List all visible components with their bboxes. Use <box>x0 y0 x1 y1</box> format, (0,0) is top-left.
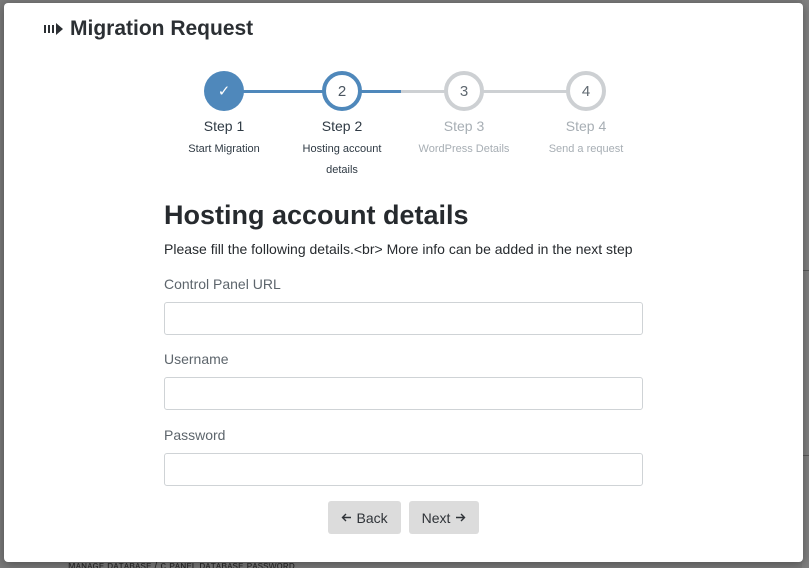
step-4-number: 4 <box>566 71 606 111</box>
form-actions: Back Next <box>4 501 803 534</box>
step-3[interactable]: 3 Step 3 WordPress Details <box>404 70 524 160</box>
step-1-check-icon: ✓ <box>204 71 244 111</box>
form-title: Hosting account details <box>164 200 469 230</box>
username-label: Username <box>164 351 229 367</box>
step-2-description: Hosting account details <box>302 143 382 176</box>
password-group: Password <box>164 426 644 486</box>
step-2-number: 2 <box>322 71 362 111</box>
step-3-number: 3 <box>444 71 484 111</box>
modal-title: Migration Request <box>70 17 254 40</box>
next-button[interactable]: Next <box>408 501 480 534</box>
step-4-description: Send a request <box>548 143 624 155</box>
modal-header: Migration Request <box>44 15 253 43</box>
step-2-label: Step 2 <box>321 118 363 134</box>
migration-request-modal: Migration Request ✓ Step 1 Start Migrati… <box>4 3 803 562</box>
step-1-label: Step 1 <box>203 118 245 134</box>
password-input[interactable] <box>164 453 643 486</box>
step-4[interactable]: 4 Step 4 Send a request <box>526 70 646 160</box>
hosting-details-form: Hosting account details Please fill the … <box>164 198 644 486</box>
next-button-label: Next <box>421 509 451 526</box>
step-3-label: Step 3 <box>443 118 485 134</box>
step-2[interactable]: 2 Step 2 Hosting account details <box>282 70 402 181</box>
step-3-description: WordPress Details <box>418 143 510 155</box>
step-1[interactable]: ✓ Step 1 Start Migration <box>164 70 284 160</box>
back-button-label: Back <box>356 509 388 526</box>
username-group: Username <box>164 350 644 410</box>
control-panel-url-input[interactable] <box>164 302 643 335</box>
arrow-right-icon <box>450 512 466 523</box>
arrow-left-icon <box>341 512 357 523</box>
stepper: ✓ Step 1 Start Migration 2 Step 2 Hostin… <box>4 70 803 190</box>
background-page-edge <box>802 0 809 568</box>
form-description: Please fill the following details.<br> M… <box>164 241 633 257</box>
password-label: Password <box>164 427 226 443</box>
back-button[interactable]: Back <box>327 501 401 534</box>
step-4-label: Step 4 <box>565 118 607 134</box>
step-1-description: Start Migration <box>188 143 260 155</box>
migrate-arrow-icon <box>44 22 64 36</box>
control-panel-url-group: Control Panel URL <box>164 275 644 335</box>
username-input[interactable] <box>164 377 643 410</box>
control-panel-url-label: Control Panel URL <box>164 276 281 292</box>
